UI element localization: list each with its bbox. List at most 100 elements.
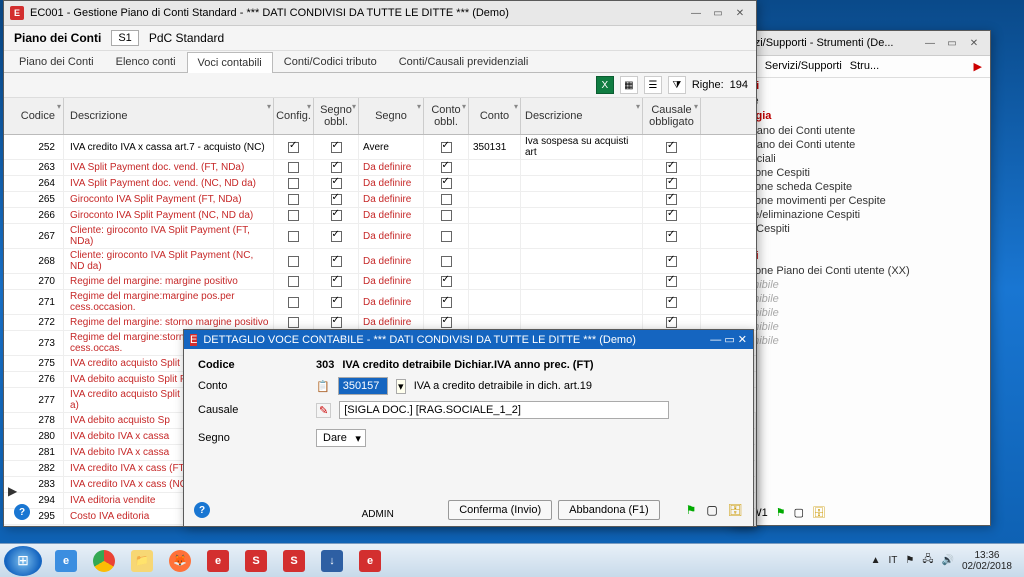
tab-conti-causali-previdenziali[interactable]: Conti/Causali previdenziali	[388, 51, 540, 72]
lang-indicator[interactable]: IT	[888, 555, 897, 566]
checkbox[interactable]	[331, 194, 342, 205]
app-taskbar-icon[interactable]: S	[276, 547, 312, 575]
col-codice[interactable]: Codice▾	[4, 98, 64, 134]
checkbox[interactable]	[666, 256, 677, 267]
dropdown-icon[interactable]: ▾	[396, 379, 406, 394]
db-icon[interactable]: 🗄	[812, 506, 826, 519]
tree-item[interactable]: Piano dei Conti utente	[731, 138, 990, 152]
list-icon[interactable]: ☰	[644, 76, 662, 94]
col-descrizione2[interactable]: Descrizione▾	[521, 98, 643, 134]
checkbox[interactable]	[441, 317, 452, 328]
flag-icon[interactable]: ⚑	[686, 503, 697, 517]
firefox-taskbar-icon[interactable]: 🦊	[162, 547, 198, 575]
checkbox[interactable]	[331, 210, 342, 221]
flag-icon[interactable]: ⚑	[776, 506, 786, 519]
explorer-taskbar-icon[interactable]: 📁	[124, 547, 160, 575]
checkbox[interactable]	[666, 194, 677, 205]
checkbox[interactable]	[288, 194, 299, 205]
maximize-icon[interactable]: ▭	[724, 334, 734, 346]
tree-item[interactable]: zione movimenti per Cespite	[731, 194, 990, 208]
checkbox[interactable]	[331, 297, 342, 308]
col-descrizione[interactable]: Descrizione▾	[64, 98, 274, 134]
tree-item[interactable]: zione scheda Cespite	[731, 180, 990, 194]
checkbox[interactable]	[666, 210, 677, 221]
causale-field[interactable]: [SIGLA DOC.] [RAG.SOCIALE_1_2]	[339, 401, 669, 419]
filter-icon[interactable]: ⧩	[668, 76, 686, 94]
checkbox[interactable]	[331, 231, 342, 242]
checkbox[interactable]	[441, 142, 452, 153]
tab-conti-codici-tributo[interactable]: Conti/Codici tributo	[273, 51, 388, 72]
checkbox[interactable]	[288, 231, 299, 242]
checkbox[interactable]	[441, 231, 452, 242]
tray-up-icon[interactable]: ▲	[871, 555, 881, 566]
table-row[interactable]: 270Regime del margine: margine positivoD…	[4, 274, 756, 290]
checkbox[interactable]	[331, 317, 342, 328]
table-row[interactable]: 265Giroconto IVA Split Payment (FT, NDa)…	[4, 192, 756, 208]
volume-icon[interactable]: 🔊	[941, 555, 953, 566]
pdc-code-field[interactable]: S1	[111, 30, 138, 46]
tree-item[interactable]: ce	[731, 94, 990, 108]
checkbox[interactable]	[441, 256, 452, 267]
help-icon[interactable]: ?	[194, 502, 210, 518]
checkbox[interactable]	[666, 297, 677, 308]
checkbox[interactable]	[666, 162, 677, 173]
box-icon[interactable]: ▢	[794, 506, 804, 519]
tab-voci-contabili[interactable]: Voci contabili	[187, 52, 273, 73]
confirm-button[interactable]: Conferma (Invio)	[448, 500, 552, 520]
tree-item[interactable]: ne/eliminazione Cespiti	[731, 208, 990, 222]
network-icon[interactable]: 🖧	[922, 552, 933, 569]
tree-item[interactable]: zione Piano dei Conti utente (XX)	[731, 264, 990, 278]
col-conto-obbl[interactable]: Conto obbl.▾	[424, 98, 469, 134]
maximize-icon[interactable]: ▭	[708, 5, 728, 21]
app-taskbar-icon[interactable]: S	[238, 547, 274, 575]
segno-select[interactable]: Dare ▾	[316, 429, 366, 447]
table-row[interactable]: 268Cliente: giroconto IVA Split Payment …	[4, 249, 756, 274]
tree-item[interactable]: a Cespiti	[731, 222, 990, 236]
ie-taskbar-icon[interactable]: e	[48, 547, 84, 575]
col-conto[interactable]: Conto▾	[469, 98, 521, 134]
app-taskbar-icon[interactable]: e	[200, 547, 236, 575]
checkbox[interactable]	[288, 210, 299, 221]
tree-item[interactable]: zione Cespiti	[731, 166, 990, 180]
table-row[interactable]: 267Cliente: giroconto IVA Split Payment …	[4, 224, 756, 249]
checkbox[interactable]	[288, 162, 299, 173]
checkbox[interactable]	[331, 256, 342, 267]
checkbox[interactable]	[441, 178, 452, 189]
close-icon[interactable]: ✕	[738, 334, 747, 346]
minimize-icon[interactable]: —	[686, 5, 706, 21]
flag-icon[interactable]: ⚑	[905, 555, 914, 566]
checkbox[interactable]	[666, 317, 677, 328]
checkbox[interactable]	[441, 194, 452, 205]
excel-icon[interactable]: X	[596, 76, 614, 94]
checkbox[interactable]	[331, 142, 342, 153]
minimize-icon[interactable]: —	[710, 334, 721, 346]
tab-piano-dei-conti[interactable]: Piano dei Conti	[8, 51, 105, 72]
col-segno[interactable]: Segno▾	[359, 98, 424, 134]
clock[interactable]: 13:36 02/02/2018	[962, 550, 1012, 572]
edit-icon[interactable]: ✎	[316, 403, 331, 418]
checkbox[interactable]	[288, 142, 299, 153]
checkbox[interactable]	[331, 276, 342, 287]
box-icon[interactable]: ▢	[706, 503, 717, 517]
lookup-icon[interactable]: 📋	[316, 380, 330, 393]
app-taskbar-icon[interactable]: ↓	[314, 547, 350, 575]
checkbox[interactable]	[666, 231, 677, 242]
maximize-icon[interactable]: ▭	[942, 35, 962, 51]
table-row[interactable]: 263IVA Split Payment doc. vend. (FT, NDa…	[4, 160, 756, 176]
chrome-taskbar-icon[interactable]	[86, 547, 122, 575]
table-row[interactable]: 271Regime del margine:margine pos.per ce…	[4, 290, 756, 315]
tree-item[interactable]: Piano dei Conti utente	[731, 124, 990, 138]
checkbox[interactable]	[288, 178, 299, 189]
checkbox[interactable]	[441, 297, 452, 308]
checkbox[interactable]	[288, 297, 299, 308]
checkbox[interactable]	[441, 162, 452, 173]
col-config[interactable]: Config.▾	[274, 98, 314, 134]
table-row[interactable]: 266Giroconto IVA Split Payment (NC, ND d…	[4, 208, 756, 224]
abandon-button[interactable]: Abbandona (F1)	[558, 500, 660, 520]
conto-field[interactable]: 350157	[338, 377, 388, 395]
table-row[interactable]: 264IVA Split Payment doc. vend. (NC, ND …	[4, 176, 756, 192]
checkbox[interactable]	[666, 142, 677, 153]
checkbox[interactable]	[441, 276, 452, 287]
tree-item[interactable]: erciali	[731, 152, 990, 166]
minimize-icon[interactable]: —	[920, 35, 940, 51]
